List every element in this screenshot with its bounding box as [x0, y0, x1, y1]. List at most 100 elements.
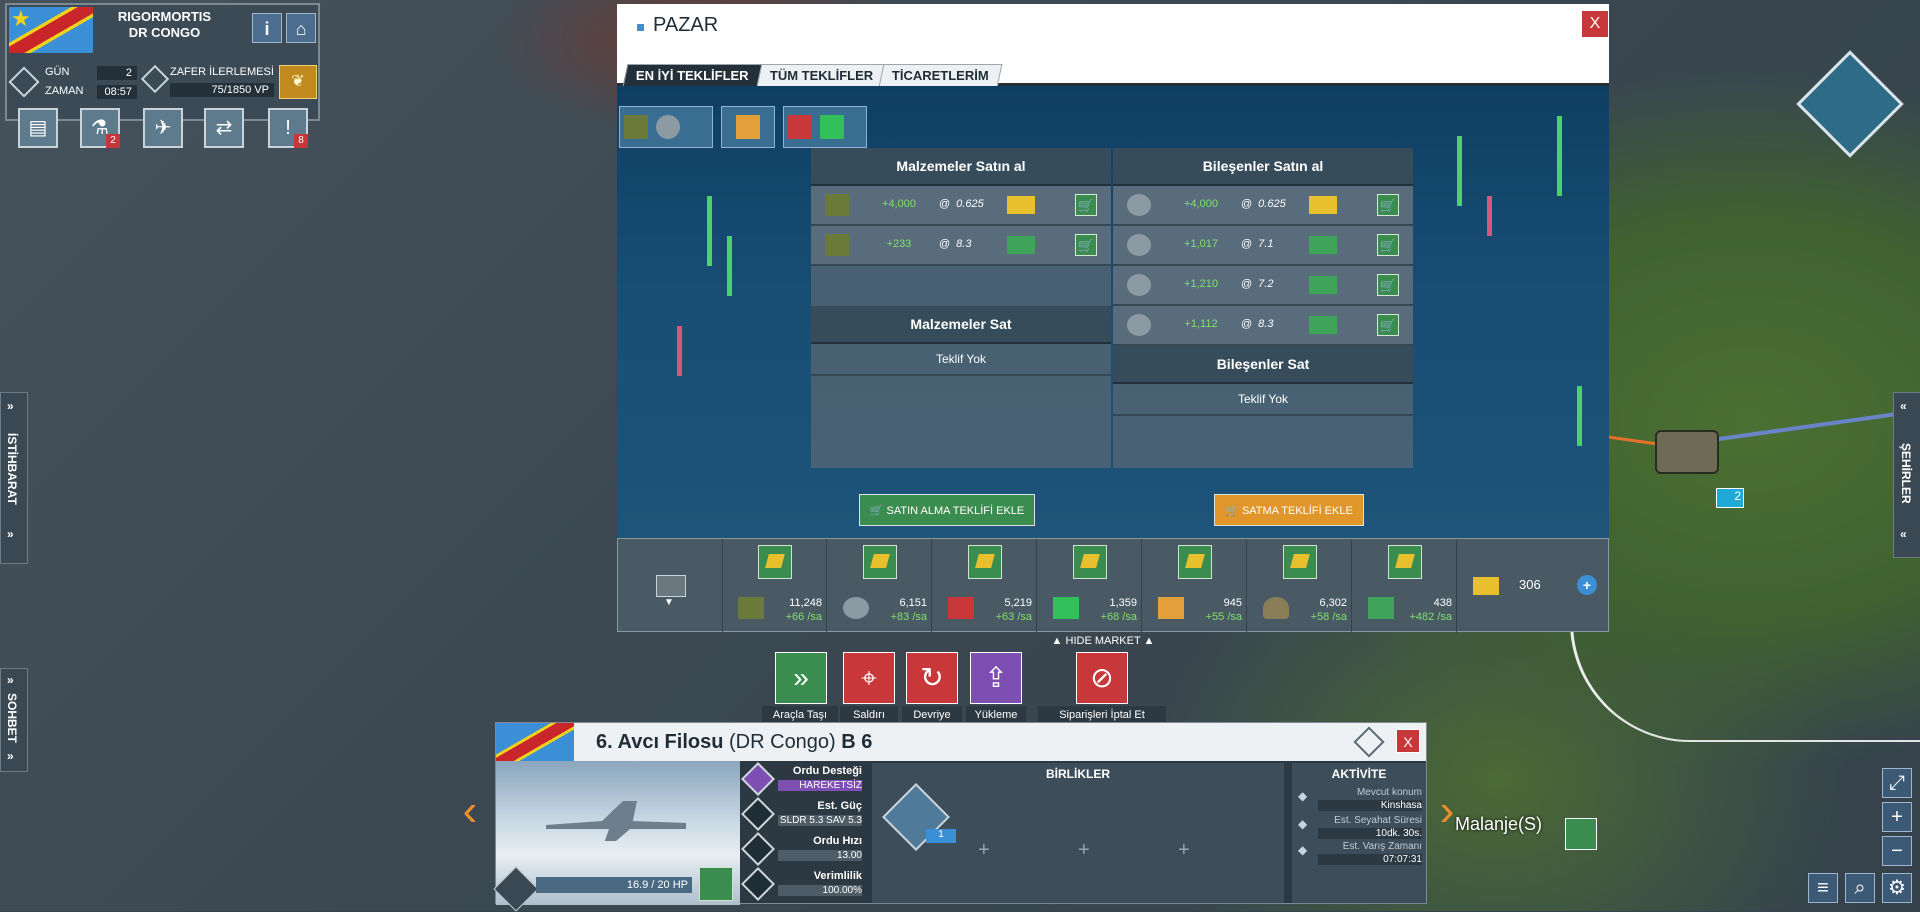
player-hud: ★ RIGORMORTIS DR CONGO i ⌂ GÜN 2 ZAMAN 0… — [5, 3, 320, 121]
diplomacy-button[interactable]: ✈ — [143, 108, 183, 148]
load-command[interactable]: ⇪ — [970, 652, 1022, 704]
tab-all-offers[interactable]: TÜM TEKLİFLER — [756, 64, 887, 87]
settings-button[interactable]: ⚙ — [1882, 873, 1912, 903]
offer-qty: +1,210 — [1184, 278, 1218, 290]
resource-electronics[interactable]: 1,359 +68 /sa — [1037, 539, 1142, 633]
intel-tab[interactable]: » İSTİHBARAT » — [0, 392, 28, 564]
next-unit-arrow[interactable]: › — [1432, 786, 1462, 836]
resource-manpower[interactable]: 6,302 +58 /sa — [1247, 539, 1352, 633]
unit-name: 6. Avcı Filosu (DR Congo) B 6 — [596, 731, 873, 753]
resource-rate: +66 /sa — [785, 611, 822, 623]
resource-supplies[interactable]: 11,248 +66 /sa — [722, 539, 827, 633]
add-buy-offer-button[interactable]: 🛒 SATIN ALMA TEKLİFİ EKLE — [859, 494, 1035, 526]
city-resource-icon[interactable] — [1565, 818, 1597, 850]
newspaper-button[interactable]: ▤ — [18, 108, 58, 148]
location-icon: ◆ — [1298, 789, 1308, 803]
empty-slot-plus[interactable]: + — [1178, 839, 1190, 862]
upgrade-button[interactable] — [968, 545, 1002, 579]
bg-candle — [677, 326, 682, 376]
add-gold-button[interactable]: + — [1577, 575, 1597, 595]
attack-command[interactable]: ⌖ — [843, 652, 895, 704]
rare-materials-icon — [736, 115, 760, 139]
money-icon — [1007, 236, 1035, 254]
resource-rate: +68 /sa — [1100, 611, 1137, 623]
chevron-left-icon: « — [1900, 527, 1907, 541]
gear-icon — [1127, 314, 1151, 336]
stat-speed: Ordu Hızı 13.00 — [741, 832, 866, 867]
offer-qty: +1,017 — [1184, 238, 1218, 250]
chevron-right-icon: » — [7, 673, 14, 687]
buy-cart-button[interactable]: 🛒 — [1377, 274, 1399, 296]
chat-tab[interactable]: » SOHBET » — [0, 668, 28, 772]
gear-icon — [1127, 234, 1151, 256]
upgrade-button[interactable] — [863, 545, 897, 579]
convoy-unit[interactable] — [1655, 430, 1719, 474]
resource-components[interactable]: 6,151 +83 /sa — [827, 539, 932, 633]
upgrade-button[interactable] — [1283, 545, 1317, 579]
trade-button[interactable]: ⇄ — [204, 108, 244, 148]
filter-fuel-electronics[interactable] — [783, 106, 867, 148]
transport-command[interactable]: » — [775, 652, 827, 704]
search-button[interactable]: ⌕ — [1845, 873, 1875, 903]
newspaper-icon: ▤ — [28, 117, 48, 139]
market-close-button[interactable]: X — [1581, 10, 1609, 38]
filter-rare[interactable] — [721, 106, 775, 148]
buy-cart-button[interactable]: 🛒 — [1377, 194, 1399, 216]
hide-market-button[interactable]: ▲ HIDE MARKET ▲ — [1043, 632, 1163, 650]
empty-slot-plus[interactable]: + — [1078, 839, 1090, 862]
strength-icon — [741, 797, 775, 831]
travel-time-icon: ◆ — [1298, 817, 1308, 831]
gold-icon — [1473, 577, 1499, 595]
info-button[interactable]: i — [252, 13, 282, 43]
supplies-icon — [825, 194, 849, 216]
zoom-in-button[interactable]: + — [1882, 802, 1912, 832]
buy-cart-button[interactable]: 🛒 — [1377, 314, 1399, 336]
alerts-button[interactable]: ! 8 — [268, 108, 308, 148]
offer-row: +233 @8.3 🛒 — [811, 226, 1111, 266]
tab-best-offers[interactable]: EN İYİ TEKLİFLER — [622, 64, 763, 87]
upgrade-button[interactable] — [1073, 545, 1107, 579]
city-label[interactable]: Malanje(S) — [1455, 814, 1542, 835]
resource-rate: +83 /sa — [890, 611, 927, 623]
resource-dropdown[interactable]: ▼ — [618, 539, 723, 633]
flag-star-icon: ★ — [11, 6, 31, 31]
settings-eye-icon[interactable] — [8, 66, 40, 98]
zoom-out-button[interactable]: − — [1882, 836, 1912, 866]
convoy-count[interactable]: 2 — [1716, 488, 1744, 508]
gear-icon — [843, 597, 869, 619]
resource-amount: 6,302 — [1319, 597, 1347, 609]
fuel-icon — [788, 115, 812, 139]
resource-amount: 438 — [1433, 597, 1452, 609]
add-sell-offer-button[interactable]: 🛒 SATMA TEKLİFİ EKLE — [1214, 494, 1364, 526]
upgrade-button[interactable] — [758, 545, 792, 579]
resource-rare[interactable]: 945 +55 /sa — [1142, 539, 1247, 633]
unit-upgrade-button[interactable] — [699, 867, 733, 901]
upgrade-button[interactable] — [1388, 545, 1422, 579]
unit-panel: 6. Avcı Filosu (DR Congo) B 6 X 16.9 / 2… — [493, 722, 1427, 912]
load-icon: ⇪ — [984, 662, 1008, 693]
research-button[interactable]: ⚗ 2 — [80, 108, 120, 148]
home-button[interactable]: ⌂ — [286, 13, 316, 43]
buy-cart-button[interactable]: 🛒 — [1377, 234, 1399, 256]
fullscreen-button[interactable]: ⤢ — [1882, 768, 1912, 798]
prev-unit-arrow[interactable]: ‹ — [455, 786, 485, 836]
patrol-command[interactable]: ↻ — [906, 652, 958, 704]
resource-money[interactable]: 438 +482 /sa — [1352, 539, 1457, 633]
advisor-portrait[interactable] — [1796, 50, 1904, 158]
cities-tab[interactable]: « ŞEHİRLER « — [1893, 392, 1920, 558]
cancel-orders-command[interactable]: ⊘ — [1076, 652, 1128, 704]
upgrade-button[interactable] — [1178, 545, 1212, 579]
resource-gold[interactable]: 306 + — [1457, 539, 1609, 633]
buy-cart-button[interactable]: 🛒 — [1075, 234, 1097, 256]
filter-supplies-components[interactable] — [619, 106, 713, 148]
database-button[interactable]: ≡ — [1808, 873, 1838, 903]
player-name: RIGORMORTIS DR CONGO — [117, 9, 212, 40]
resource-fuel[interactable]: 5,219 +63 /sa — [932, 539, 1037, 633]
offer-qty: +4,000 — [882, 198, 916, 210]
tab-my-trades[interactable]: TİCARETLERİM — [878, 64, 1003, 87]
empty-slot-plus[interactable]: + — [978, 839, 990, 862]
troops-header: BİRLİKLER — [1046, 767, 1110, 781]
laurel-icon[interactable]: ❦ — [279, 65, 317, 99]
unit-close-button[interactable]: X — [1396, 729, 1420, 753]
buy-cart-button[interactable]: 🛒 — [1075, 194, 1097, 216]
